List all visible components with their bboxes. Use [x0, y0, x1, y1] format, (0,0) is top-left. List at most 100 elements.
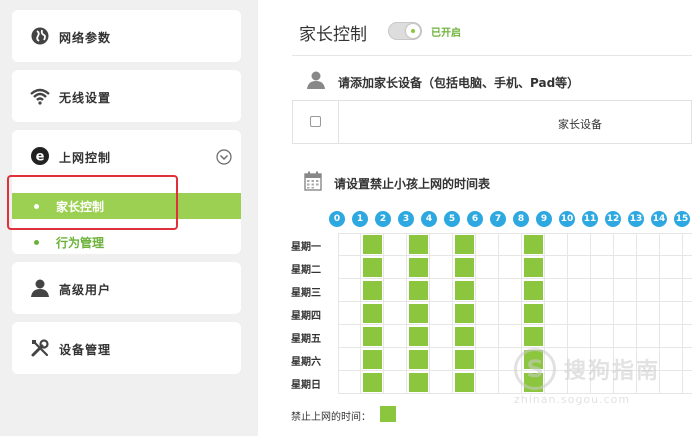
schedule-cell[interactable] [637, 279, 660, 302]
schedule-cell[interactable] [683, 279, 692, 302]
schedule-cell[interactable] [614, 233, 637, 256]
schedule-cell-blocked[interactable] [453, 256, 476, 279]
sidebar-item-advanced-users[interactable]: 高级用户 [12, 262, 241, 314]
hour-label[interactable]: 0 [329, 211, 345, 227]
schedule-cell[interactable] [430, 348, 453, 371]
schedule-cell[interactable] [476, 256, 499, 279]
sidebar-item-network[interactable]: 网络参数 [12, 10, 241, 62]
schedule-cell[interactable] [338, 348, 361, 371]
schedule-cell[interactable] [568, 256, 591, 279]
schedule-cell[interactable] [683, 256, 692, 279]
schedule-cell[interactable] [614, 256, 637, 279]
schedule-cell[interactable] [568, 233, 591, 256]
hour-label[interactable]: 14 [651, 211, 667, 227]
select-all-checkbox[interactable] [310, 116, 321, 127]
schedule-cell[interactable] [637, 233, 660, 256]
schedule-cell[interactable] [338, 256, 361, 279]
schedule-cell[interactable] [545, 233, 568, 256]
schedule-cell[interactable] [384, 233, 407, 256]
schedule-cell[interactable] [660, 233, 683, 256]
schedule-cell-blocked[interactable] [453, 348, 476, 371]
sidebar-item-wireless[interactable]: 无线设置 [12, 70, 241, 122]
schedule-cell[interactable] [430, 302, 453, 325]
schedule-cell[interactable] [384, 256, 407, 279]
sidebar-subitem-parental-control[interactable]: 家长控制 [12, 193, 241, 219]
hour-label[interactable]: 3 [398, 211, 414, 227]
schedule-cell[interactable] [384, 279, 407, 302]
schedule-cell-blocked[interactable] [361, 348, 384, 371]
schedule-cell-blocked[interactable] [407, 302, 430, 325]
schedule-cell[interactable] [430, 325, 453, 348]
schedule-cell[interactable] [637, 256, 660, 279]
schedule-cell-blocked[interactable] [522, 233, 545, 256]
schedule-cell[interactable] [384, 348, 407, 371]
schedule-cell[interactable] [476, 279, 499, 302]
schedule-cell[interactable] [430, 371, 453, 394]
schedule-cell[interactable] [338, 233, 361, 256]
schedule-cell-blocked[interactable] [522, 302, 545, 325]
schedule-cell[interactable] [568, 279, 591, 302]
sidebar-subitem-behavior-management[interactable]: 行为管理 [12, 229, 241, 255]
schedule-cell-blocked[interactable] [361, 256, 384, 279]
schedule-cell[interactable] [476, 371, 499, 394]
schedule-cell[interactable] [545, 302, 568, 325]
schedule-cell[interactable] [499, 302, 522, 325]
schedule-cell-blocked[interactable] [361, 371, 384, 394]
schedule-cell-blocked[interactable] [453, 325, 476, 348]
schedule-cell[interactable] [660, 302, 683, 325]
schedule-cell[interactable] [430, 233, 453, 256]
schedule-cell[interactable] [384, 302, 407, 325]
schedule-cell[interactable] [545, 279, 568, 302]
hour-label[interactable]: 10 [559, 211, 575, 227]
schedule-cell[interactable] [499, 233, 522, 256]
sidebar-item-device-management[interactable]: 设备管理 [12, 322, 241, 374]
schedule-cell-blocked[interactable] [407, 279, 430, 302]
schedule-cell[interactable] [660, 256, 683, 279]
hour-label[interactable]: 2 [375, 211, 391, 227]
schedule-cell-blocked[interactable] [407, 325, 430, 348]
schedule-cell[interactable] [476, 325, 499, 348]
schedule-cell[interactable] [591, 302, 614, 325]
schedule-cell[interactable] [338, 279, 361, 302]
schedule-cell-blocked[interactable] [522, 256, 545, 279]
schedule-cell[interactable] [384, 325, 407, 348]
schedule-cell-blocked[interactable] [361, 302, 384, 325]
hour-label[interactable]: 12 [605, 211, 621, 227]
schedule-cell[interactable] [591, 233, 614, 256]
hour-label[interactable]: 9 [536, 211, 552, 227]
chevron-down-icon[interactable] [216, 149, 232, 165]
schedule-cell-blocked[interactable] [453, 302, 476, 325]
schedule-cell-blocked[interactable] [522, 279, 545, 302]
hour-label[interactable]: 1 [352, 211, 368, 227]
hour-label[interactable]: 5 [444, 211, 460, 227]
schedule-cell-blocked[interactable] [407, 233, 430, 256]
hour-label[interactable]: 6 [467, 211, 483, 227]
schedule-cell-blocked[interactable] [407, 256, 430, 279]
hour-label[interactable]: 4 [421, 211, 437, 227]
schedule-cell[interactable] [591, 256, 614, 279]
schedule-cell-blocked[interactable] [453, 371, 476, 394]
schedule-cell[interactable] [338, 371, 361, 394]
schedule-cell[interactable] [545, 256, 568, 279]
schedule-cell[interactable] [683, 233, 692, 256]
hour-label[interactable]: 13 [628, 211, 644, 227]
schedule-cell[interactable] [683, 302, 692, 325]
parental-control-toggle[interactable] [388, 22, 422, 40]
schedule-cell[interactable] [430, 279, 453, 302]
schedule-cell[interactable] [384, 371, 407, 394]
schedule-cell[interactable] [568, 302, 591, 325]
schedule-cell-blocked[interactable] [453, 233, 476, 256]
hour-label[interactable]: 7 [490, 211, 506, 227]
schedule-cell[interactable] [476, 233, 499, 256]
schedule-cell-blocked[interactable] [361, 279, 384, 302]
schedule-cell[interactable] [614, 279, 637, 302]
schedule-cell-blocked[interactable] [407, 371, 430, 394]
schedule-cell[interactable] [499, 279, 522, 302]
schedule-cell-blocked[interactable] [407, 348, 430, 371]
schedule-cell-blocked[interactable] [361, 233, 384, 256]
schedule-cell[interactable] [614, 302, 637, 325]
schedule-cell[interactable] [660, 279, 683, 302]
schedule-cell[interactable] [476, 348, 499, 371]
schedule-cell[interactable] [591, 279, 614, 302]
schedule-cell-blocked[interactable] [453, 279, 476, 302]
